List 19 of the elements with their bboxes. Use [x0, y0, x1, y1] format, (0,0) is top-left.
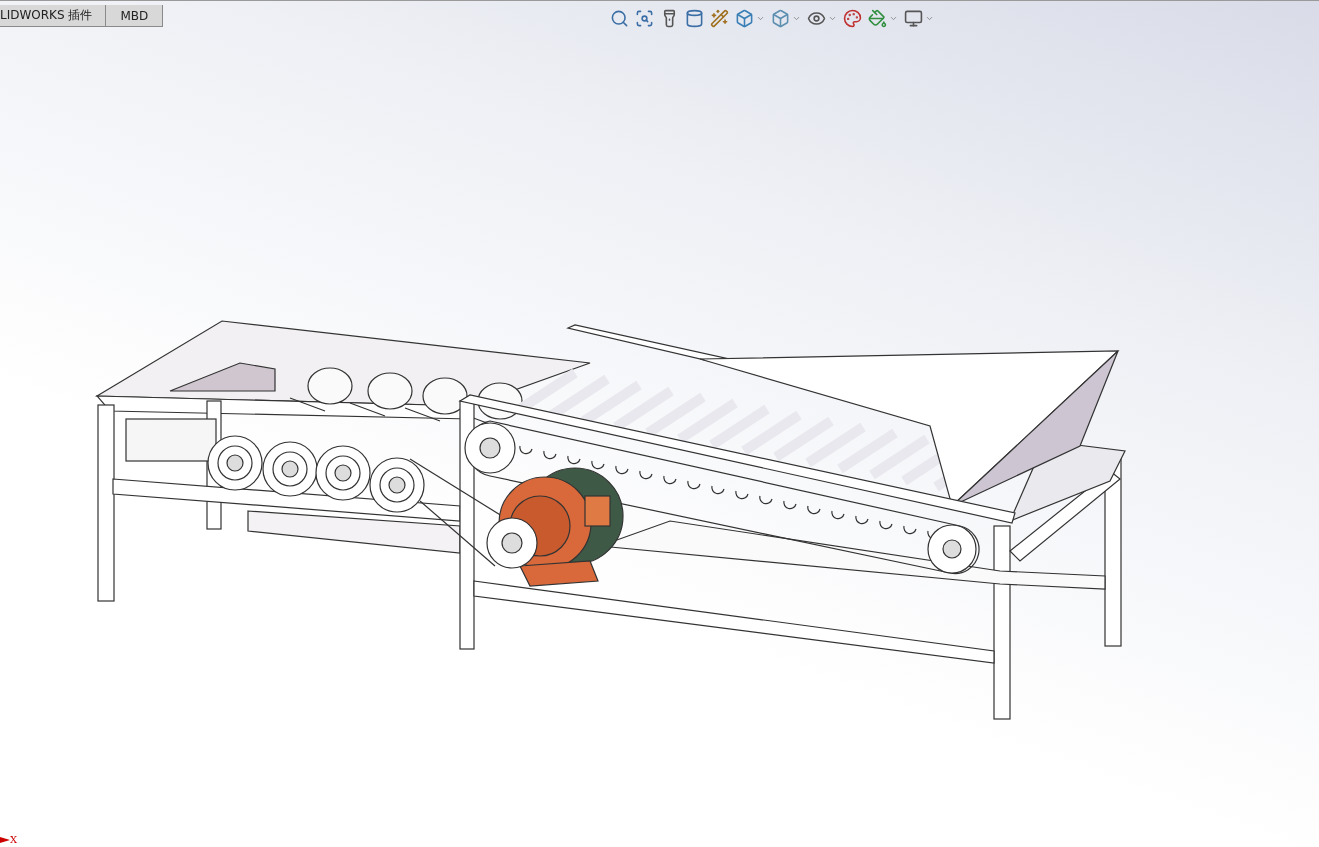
zoom-area-icon[interactable]	[635, 9, 655, 28]
search-icon[interactable]	[610, 9, 630, 28]
wand-icon[interactable]	[710, 9, 730, 28]
cylinder-icon[interactable]	[685, 9, 705, 28]
cube-icon[interactable]	[771, 9, 791, 28]
caret-icon[interactable]	[828, 14, 838, 23]
caret-icon[interactable]	[925, 14, 935, 23]
monitor-icon[interactable]	[904, 9, 924, 28]
caret-icon[interactable]	[792, 14, 802, 23]
axis-arrow-icon	[0, 835, 10, 844]
palette-icon[interactable]	[843, 9, 863, 28]
caret-icon[interactable]	[889, 14, 899, 23]
ribbon-tab[interactable]: MBD	[106, 5, 164, 27]
ribbon-tab[interactable]: LIDWORKS 插件	[0, 5, 107, 27]
paint-bucket-icon[interactable]	[868, 9, 888, 28]
axis-label: X	[10, 834, 18, 845]
caret-icon[interactable]	[756, 14, 766, 23]
eye-icon[interactable]	[807, 9, 827, 28]
cube-icon[interactable]	[735, 9, 755, 28]
